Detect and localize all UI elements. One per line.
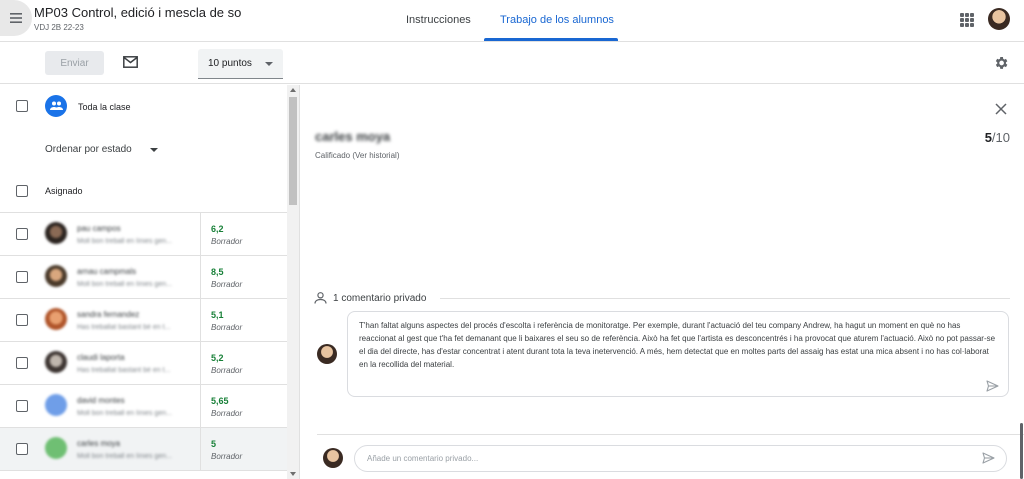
top-bar: MP03 Control, edició i mescla de so VDJ …: [0, 0, 1024, 42]
student-grade[interactable]: 5,65: [211, 396, 229, 406]
student-detail-panel: carles moya 5/10 Calificado (Ver histori…: [300, 85, 1024, 479]
grade-display[interactable]: 5/10: [985, 130, 1010, 145]
student-checkbox[interactable]: [16, 228, 28, 240]
divider: [200, 385, 201, 428]
student-checkbox[interactable]: [16, 314, 28, 326]
student-comment-preview: Moll bon treball en línies gen...: [77, 238, 172, 245]
student-avatar: [45, 437, 67, 459]
send-icon[interactable]: [986, 380, 999, 392]
main-menu-button[interactable]: [0, 0, 32, 36]
select-all-class-checkbox[interactable]: [16, 100, 28, 112]
student-grade[interactable]: 5,2: [211, 353, 224, 363]
student-grade-status: Borrador: [211, 409, 243, 418]
student-grade-status: Borrador: [211, 280, 243, 289]
teacher-avatar: [317, 344, 337, 364]
chevron-down-icon: [265, 62, 273, 66]
points-value: 10 puntos: [208, 58, 252, 69]
student-comment-preview: Has treballat bastant bé en t...: [77, 324, 171, 331]
student-list-scrollbar[interactable]: [287, 85, 299, 479]
student-name: arnau campmals: [77, 267, 137, 276]
sort-select[interactable]: Ordenar por estado: [45, 144, 132, 155]
student-grade-status: Borrador: [211, 237, 243, 246]
student-checkbox[interactable]: [16, 271, 28, 283]
student-comment-preview: Moll bon treball en línies gen...: [77, 281, 172, 288]
assigned-section-label: Asignado: [45, 186, 83, 196]
student-row[interactable]: claudi laporta Has treballat bastant bé e…: [0, 342, 287, 385]
student-avatar: [45, 308, 67, 330]
grading-toolbar: Enviar 10 puntos: [0, 42, 1024, 84]
settings-gear-icon[interactable]: [993, 55, 1009, 71]
people-icon: [45, 95, 67, 117]
student-comment-preview: Moll bon treball en línies gen...: [77, 410, 172, 417]
student-comment-preview: Has treballat bastant bé en t...: [77, 367, 171, 374]
user-avatar: [323, 448, 343, 468]
close-icon[interactable]: [995, 103, 1007, 115]
email-icon[interactable]: [123, 56, 138, 68]
return-button[interactable]: Enviar: [45, 51, 104, 75]
student-row[interactable]: arnau campmals Moll bon treball en línies…: [0, 256, 287, 299]
student-comment-preview: Moll bon treball en línies gen...: [77, 453, 172, 460]
course-subtitle: VDJ 2B 22-23: [34, 23, 84, 32]
student-name: sandra fernandez: [77, 310, 140, 319]
private-comment-input[interactable]: [354, 445, 1007, 472]
divider: [200, 428, 201, 471]
graded-status-link[interactable]: Calificado (Ver historial): [315, 151, 399, 160]
active-tab-indicator: [484, 38, 618, 41]
student-grade[interactable]: 5,1: [211, 310, 224, 320]
divider: [200, 342, 201, 385]
student-grade-status: Borrador: [211, 323, 243, 332]
divider: [440, 298, 1010, 299]
all-class-label[interactable]: Toda la clase: [78, 102, 131, 112]
student-checkbox[interactable]: [16, 400, 28, 412]
student-checkbox[interactable]: [16, 443, 28, 455]
student-name: pau campos: [77, 224, 121, 233]
scroll-down-arrow-icon[interactable]: [290, 472, 296, 476]
chevron-down-icon[interactable]: [150, 148, 158, 152]
student-name: claudi laporta: [77, 353, 125, 362]
detail-scrollbar[interactable]: [1020, 423, 1023, 479]
select-assigned-checkbox[interactable]: [16, 185, 28, 197]
divider: [200, 256, 201, 299]
hamburger-menu-icon: [10, 13, 22, 23]
private-comment-text: T'han faltat alguns aspectes del procés …: [359, 321, 996, 369]
student-avatar: [45, 265, 67, 287]
grade-value: 5: [984, 130, 992, 145]
student-name: david montes: [77, 396, 125, 405]
selected-student-name: carles moya: [315, 129, 391, 144]
tab-student-work[interactable]: Trabajo de los alumnos: [500, 14, 614, 26]
private-comments-header: 1 comentario privado: [314, 292, 426, 304]
private-comment[interactable]: T'han faltat alguns aspectes del procés …: [347, 311, 1009, 397]
private-comments-count: 1 comentario privado: [333, 292, 427, 304]
divider: [200, 213, 201, 256]
student-name: carles moya: [77, 439, 121, 448]
scroll-up-arrow-icon[interactable]: [290, 88, 296, 92]
student-checkbox[interactable]: [16, 357, 28, 369]
student-grade-status: Borrador: [211, 452, 243, 461]
student-avatar: [45, 222, 67, 244]
tab-instructions[interactable]: Instrucciones: [406, 14, 471, 26]
student-avatar: [45, 351, 67, 373]
student-grade[interactable]: 5: [211, 439, 216, 449]
scrollbar-thumb[interactable]: [289, 97, 297, 205]
student-grade[interactable]: 6,2: [211, 224, 224, 234]
student-row[interactable]: david montes Moll bon treball en línies g…: [0, 385, 287, 428]
student-avatar: [45, 394, 67, 416]
send-icon[interactable]: [982, 452, 995, 464]
student-list-panel: Toda la clase Ordenar por estado Asignad…: [0, 85, 300, 479]
grade-total: /10: [991, 130, 1010, 145]
person-icon: [314, 292, 327, 304]
divider: [317, 434, 1024, 435]
student-grade-status: Borrador: [211, 366, 243, 375]
student-row[interactable]: sandra fernandez Has treballat bastant bé…: [0, 299, 287, 342]
points-select[interactable]: 10 puntos: [198, 49, 283, 79]
student-row[interactable]: pau campos Moll bon treball en línies gen…: [0, 213, 287, 256]
divider: [200, 299, 201, 342]
course-title[interactable]: MP03 Control, edició i mescla de so: [34, 5, 241, 20]
student-row[interactable]: carles moya Moll bon treball en línies ge…: [0, 428, 287, 471]
account-avatar[interactable]: [988, 8, 1010, 30]
google-apps-icon[interactable]: [960, 13, 974, 27]
student-grade[interactable]: 8,5: [211, 267, 224, 277]
